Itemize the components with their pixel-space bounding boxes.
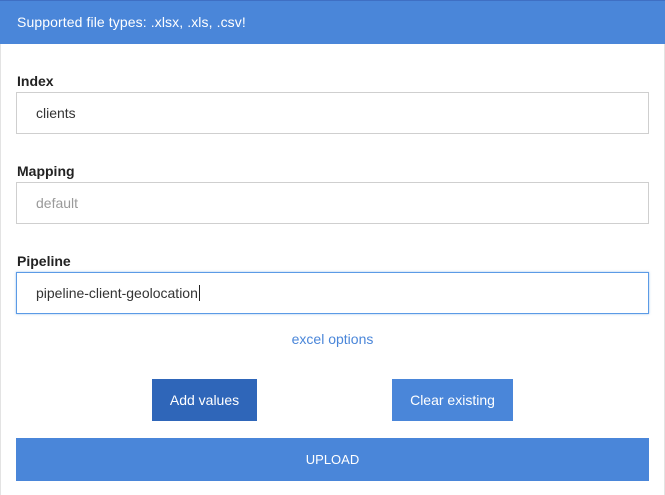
- pipeline-input[interactable]: pipeline-client-geolocation: [16, 272, 649, 314]
- excel-options-link[interactable]: excel options: [0, 331, 665, 347]
- upload-button[interactable]: UPLOAD: [16, 438, 649, 481]
- pipeline-label: Pipeline: [17, 253, 71, 269]
- file-types-banner: Supported file types: .xlsx, .xls, .csv!: [0, 0, 665, 44]
- banner-text: Supported file types: .xlsx, .xls, .csv!: [17, 14, 246, 30]
- mapping-label: Mapping: [17, 163, 75, 179]
- clear-existing-button[interactable]: Clear existing: [392, 379, 513, 421]
- mapping-input[interactable]: default: [16, 182, 649, 224]
- text-caret: [198, 285, 200, 301]
- pipeline-input-value: pipeline-client-geolocation: [36, 285, 198, 301]
- index-input-value: clients: [36, 105, 76, 121]
- index-input[interactable]: clients: [16, 92, 649, 134]
- upload-dialog: Supported file types: .xlsx, .xls, .csv!…: [0, 0, 665, 495]
- add-values-button[interactable]: Add values: [152, 379, 257, 421]
- mapping-input-placeholder: default: [36, 195, 79, 211]
- index-label: Index: [17, 73, 54, 89]
